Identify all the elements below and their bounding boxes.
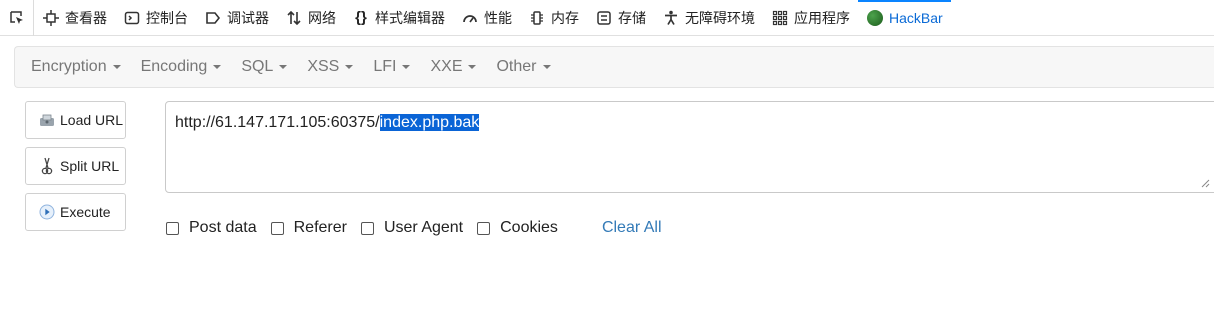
tab-label: 存储	[618, 9, 646, 26]
element-picker-icon[interactable]	[0, 0, 34, 36]
split-url-button[interactable]: Split URL	[25, 147, 126, 185]
tab-accessibility[interactable]: 无障碍环境	[654, 0, 763, 36]
caret-down-icon	[279, 65, 288, 69]
tab-network[interactable]: 网络	[277, 0, 344, 36]
menu-other[interactable]: Other	[486, 58, 560, 76]
console-icon	[123, 9, 141, 27]
menu-sql[interactable]: SQL	[231, 58, 297, 76]
referer-checkbox[interactable]	[270, 221, 284, 235]
user-agent-checkbox[interactable]	[360, 221, 374, 235]
user-agent-option[interactable]: User Agent	[360, 219, 464, 237]
memory-icon	[528, 9, 546, 27]
application-icon	[771, 9, 789, 27]
caret-down-icon	[345, 65, 354, 69]
request-options: Post data Referer User Agent Cookies Cle…	[166, 216, 662, 240]
cookies-label: Cookies	[500, 219, 558, 236]
tab-label: 控制台	[146, 9, 188, 26]
clear-all-link[interactable]: Clear All	[602, 219, 662, 237]
tab-style-editor[interactable]: {} 样式编辑器	[344, 0, 453, 36]
tab-label: 应用程序	[794, 9, 850, 26]
load-url-button[interactable]: Load URL	[25, 101, 126, 139]
tab-label: 查看器	[65, 9, 107, 26]
tab-application[interactable]: 应用程序	[763, 0, 858, 36]
style-editor-icon: {}	[355, 9, 367, 26]
tab-performance[interactable]: 性能	[453, 0, 520, 36]
scissors-icon	[38, 157, 56, 175]
caret-down-icon	[542, 65, 551, 69]
post-data-checkbox[interactable]	[166, 221, 179, 235]
user-agent-label: User Agent	[383, 219, 464, 236]
devtools-tab-bar: 查看器 控制台 调试器 网络 {} 样式编辑器 性能 内存 存储 无障碍环境 应…	[0, 0, 1214, 36]
tab-console[interactable]: 控制台	[115, 0, 196, 36]
caret-down-icon	[402, 65, 411, 69]
tab-label: HackBar	[889, 9, 943, 26]
debugger-icon	[204, 9, 222, 27]
post-data-label: Post data	[189, 219, 257, 236]
play-icon	[38, 203, 56, 221]
tab-label: 调试器	[227, 9, 269, 26]
accessibility-icon	[662, 9, 680, 27]
tab-label: 无障碍环境	[685, 9, 755, 26]
execute-label: Execute	[60, 204, 111, 220]
menu-encryption[interactable]: Encryption	[21, 58, 131, 76]
referer-option[interactable]: Referer	[270, 219, 347, 237]
tab-memory[interactable]: 内存	[520, 0, 587, 36]
tab-label: 样式编辑器	[375, 9, 445, 26]
caret-down-icon	[213, 65, 222, 69]
url-selected-text: index.php.bak	[379, 114, 480, 131]
resize-grip-icon[interactable]	[1200, 178, 1210, 188]
caret-down-icon	[468, 65, 477, 69]
hackbar-menu: Encryption Encoding SQL XSS LFI XXE Othe…	[14, 46, 1214, 88]
performance-icon	[461, 9, 479, 27]
tab-storage[interactable]: 存储	[587, 0, 654, 36]
tab-inspector[interactable]: 查看器	[34, 0, 115, 36]
tab-label: 内存	[551, 9, 579, 26]
inspector-icon	[42, 9, 60, 27]
menu-xss[interactable]: XSS	[297, 58, 363, 76]
menu-lfi[interactable]: LFI	[363, 58, 420, 76]
network-icon	[285, 9, 303, 27]
url-textarea[interactable]: http://61.147.171.105:60375/index.php.ba…	[165, 101, 1214, 193]
url-prefix-text: http://61.147.171.105:60375/	[175, 114, 380, 131]
post-data-option[interactable]: Post data	[166, 219, 257, 237]
storage-icon	[595, 9, 613, 27]
menu-encoding[interactable]: Encoding	[131, 58, 232, 76]
hackbar-icon	[866, 9, 884, 27]
cookies-option[interactable]: Cookies	[477, 219, 558, 237]
tab-label: 性能	[484, 9, 512, 26]
load-url-icon	[38, 111, 56, 129]
menu-xxe[interactable]: XXE	[420, 58, 486, 76]
caret-down-icon	[112, 65, 121, 69]
tab-debugger[interactable]: 调试器	[196, 0, 277, 36]
execute-button[interactable]: Execute	[25, 193, 126, 231]
tab-label: 网络	[308, 9, 336, 26]
load-url-label: Load URL	[60, 112, 124, 128]
cookies-checkbox[interactable]	[477, 221, 491, 235]
split-url-label: Split URL	[60, 158, 120, 174]
tab-hackbar[interactable]: HackBar	[858, 0, 951, 36]
referer-label: Referer	[293, 219, 347, 236]
